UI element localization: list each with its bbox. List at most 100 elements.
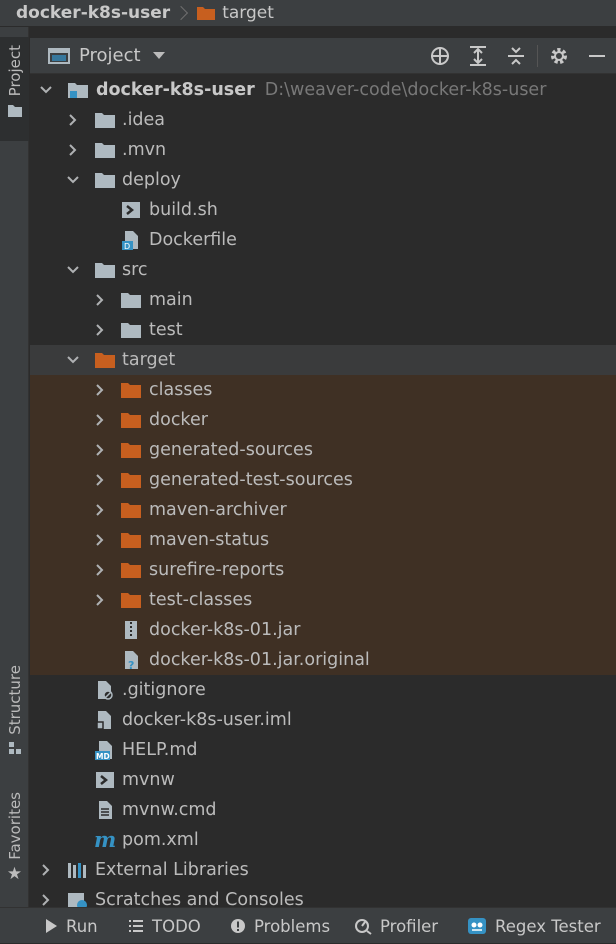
favorites-tool-label: Favorites <box>5 792 24 860</box>
profiler-icon <box>355 919 372 935</box>
chevron-right-icon <box>96 594 104 606</box>
folder-orange-icon <box>121 503 141 518</box>
project-panel-title: Project <box>79 45 141 66</box>
module-file-icon <box>96 711 111 730</box>
select-opened-file-button[interactable] <box>421 38 459 74</box>
list-icon <box>129 920 143 932</box>
regex-tester-tool-button[interactable]: Regex Tester <box>467 908 601 944</box>
folder-icon <box>121 293 141 308</box>
tree-row-mvnw-cmd[interactable]: mvnw.cmd <box>30 795 616 825</box>
view-dropdown-caret[interactable] <box>152 52 165 59</box>
settings-button[interactable] <box>540 38 578 74</box>
chevron-right-icon <box>174 5 189 21</box>
folder-orange-icon <box>121 593 141 608</box>
chevron-right-icon <box>69 114 77 126</box>
chevron-right-icon <box>96 504 104 516</box>
tree-label: pom.xml <box>122 830 199 850</box>
chevron-down-icon <box>40 86 52 94</box>
project-tool-button[interactable]: Project <box>0 37 29 141</box>
chevron-right-icon <box>96 324 104 336</box>
hide-panel-button[interactable] <box>578 38 616 74</box>
breadcrumb-current[interactable]: target <box>222 3 274 23</box>
tree-row-test-classes[interactable]: test-classes <box>30 585 616 615</box>
chevron-right-icon <box>42 894 50 906</box>
collapse-all-icon <box>508 47 524 65</box>
tree-row-src[interactable]: src <box>30 255 616 285</box>
tree-label: surefire-reports <box>149 560 285 580</box>
project-tool-label: Project <box>5 45 24 97</box>
favorites-tool-button[interactable]: Favorites ★ <box>0 792 29 892</box>
profiler-label: Profiler <box>380 916 439 936</box>
structure-tool-button[interactable]: Structure <box>0 665 29 765</box>
tree-row-mvn[interactable]: .mvn <box>30 135 616 165</box>
chevron-right-icon <box>96 474 104 486</box>
tree-row-gitignore[interactable]: .gitignore <box>30 675 616 705</box>
tree-row-deploy[interactable]: deploy <box>30 165 616 195</box>
tree-row-help-md[interactable]: MD HELP.md <box>30 735 616 765</box>
root-name: docker-k8s-user <box>96 80 255 100</box>
left-tool-strip: Project Structure Favorites ★ <box>0 27 29 907</box>
breadcrumb: docker-k8s-user target <box>0 0 616 27</box>
folder-icon <box>95 143 115 158</box>
tree-row-jar-original[interactable]: ? docker-k8s-01.jar.original <box>30 645 616 675</box>
dockerfile-icon: D <box>122 231 138 250</box>
tree-row-build-sh[interactable]: build.sh <box>30 195 616 225</box>
scratches-icon <box>68 893 87 907</box>
tree-label: .idea <box>122 110 166 130</box>
tree-row-root[interactable]: docker-k8s-user D:\weaver-code\docker-k8s… <box>30 75 616 105</box>
tree-row-external-libraries[interactable]: External Libraries <box>30 855 616 885</box>
expand-all-button[interactable] <box>459 38 497 74</box>
todo-label: TODO <box>152 916 201 936</box>
shell-script-icon <box>96 772 114 788</box>
project-tree: docker-k8s-user D:\weaver-code\docker-k8s… <box>30 75 616 907</box>
folder-icon <box>7 105 22 118</box>
tree-row-surefire-reports[interactable]: surefire-reports <box>30 555 616 585</box>
tree-label: HELP.md <box>122 740 198 760</box>
minimize-icon <box>589 55 605 57</box>
tree-row-main[interactable]: main <box>30 285 616 315</box>
tree-row-scratches[interactable]: Scratches and Consoles <box>30 885 616 907</box>
chevron-right-icon <box>96 384 104 396</box>
svg-text:?: ? <box>128 659 134 670</box>
tree-row-mvnw[interactable]: mvnw <box>30 765 616 795</box>
profiler-tool-button[interactable]: Profiler <box>354 908 438 944</box>
tree-row-maven-status[interactable]: maven-status <box>30 525 616 555</box>
todo-tool-button[interactable]: TODO <box>128 908 201 944</box>
folder-orange-icon <box>121 443 141 458</box>
tree-row-generated-test-sources[interactable]: generated-test-sources <box>30 465 616 495</box>
tree-label: deploy <box>122 170 181 190</box>
tree-row-jar[interactable]: docker-k8s-01.jar <box>30 615 616 645</box>
tree-row-idea[interactable]: .idea <box>30 105 616 135</box>
tree-label: mvnw <box>122 770 175 790</box>
tree-label: build.sh <box>149 200 218 220</box>
collapse-all-button[interactable] <box>497 38 535 74</box>
tree-label: docker <box>149 410 208 430</box>
folder-orange-icon <box>121 473 141 488</box>
folder-orange-icon <box>121 533 141 548</box>
tree-row-dockerfile[interactable]: D Dockerfile <box>30 225 616 255</box>
tree-label: External Libraries <box>95 860 249 880</box>
run-tool-button[interactable]: Run <box>44 908 98 944</box>
folder-orange-icon <box>121 383 141 398</box>
gear-icon <box>551 48 567 64</box>
problems-tool-button[interactable]: Problems <box>230 908 330 944</box>
tree-row-target[interactable]: target <box>30 345 616 375</box>
tree-label: test <box>149 320 183 340</box>
chevron-down-icon <box>67 266 79 274</box>
tree-label: generated-test-sources <box>149 470 353 490</box>
tree-row-docker[interactable]: docker <box>30 405 616 435</box>
crosshair-icon <box>431 47 449 65</box>
chevron-down-icon <box>67 176 79 184</box>
tree-row-generated-sources[interactable]: generated-sources <box>30 435 616 465</box>
tree-label: src <box>122 260 148 280</box>
tree-row-classes[interactable]: classes <box>30 375 616 405</box>
tree-label: docker-k8s-user.iml <box>122 710 292 730</box>
tree-row-pom[interactable]: m pom.xml <box>30 825 616 855</box>
tree-row-test[interactable]: test <box>30 315 616 345</box>
play-icon <box>46 919 57 933</box>
tree-row-maven-archiver[interactable]: maven-archiver <box>30 495 616 525</box>
tree-label: test-classes <box>149 590 253 610</box>
unknown-file-icon: ? <box>125 651 138 670</box>
breadcrumb-root[interactable]: docker-k8s-user <box>16 3 170 23</box>
tree-row-iml[interactable]: docker-k8s-user.iml <box>30 705 616 735</box>
